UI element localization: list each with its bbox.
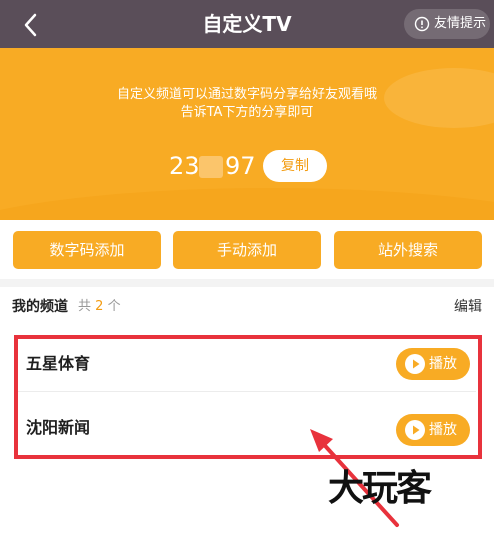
share-code-start: 23 bbox=[169, 152, 200, 180]
channel-count-prefix: 共 bbox=[78, 299, 92, 314]
share-code-banner: 自定义频道可以通过数字码分享给好友观看哦 告诉TA下方的分享即可 23 97 复… bbox=[0, 48, 494, 220]
channel-count-suffix: 个 bbox=[107, 299, 121, 314]
share-instructions-line2: 告诉TA下方的分享即可 bbox=[180, 105, 314, 120]
external-search-button[interactable]: 站外搜索 bbox=[334, 231, 482, 269]
channel-count: 共 2 个 bbox=[78, 297, 121, 317]
decorative-wave bbox=[0, 188, 494, 220]
copy-button[interactable]: 复制 bbox=[263, 150, 327, 182]
edit-button[interactable]: 编辑 bbox=[454, 297, 482, 317]
add-by-code-button[interactable]: 数字码添加 bbox=[13, 231, 161, 269]
share-code-end: 97 bbox=[225, 152, 256, 180]
share-instructions-line1: 自定义频道可以通过数字码分享给好友观看哦 bbox=[116, 87, 377, 102]
section-divider bbox=[0, 279, 494, 287]
top-bar: 自定义TV 友情提示 bbox=[0, 0, 494, 48]
friendly-tip-label: 友情提示 bbox=[434, 16, 487, 31]
friendly-tip-button[interactable]: 友情提示 bbox=[404, 9, 490, 39]
share-code-redaction bbox=[199, 156, 223, 178]
my-channels-title: 我的频道 bbox=[12, 299, 68, 315]
annotation-highlight-box bbox=[14, 335, 482, 459]
manual-add-button[interactable]: 手动添加 bbox=[173, 231, 321, 269]
share-instructions: 自定义频道可以通过数字码分享给好友观看哦 告诉TA下方的分享即可 bbox=[0, 86, 494, 122]
channel-count-value: 2 bbox=[95, 299, 104, 314]
info-icon bbox=[414, 16, 430, 32]
watermark-logo: 大玩客 bbox=[328, 467, 432, 509]
